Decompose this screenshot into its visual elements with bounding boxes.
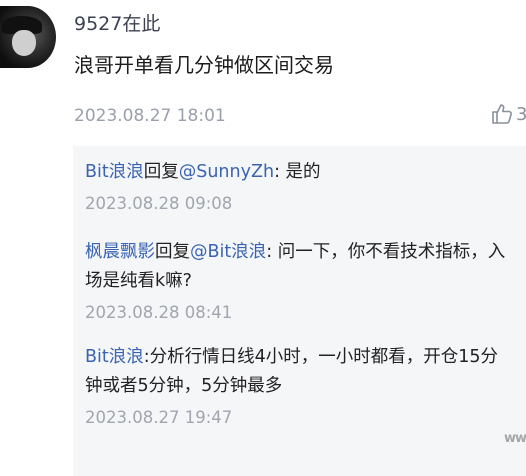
reply-timestamp: 2023.08.28 09:08 <box>85 194 233 213</box>
reply-content: :分析行情日线4小时，一小时都看，开仓15分钟或者5分钟，5分钟最多 <box>85 347 499 396</box>
reply-text: Bit浪浪:分析行情日线4小时，一小时都看，开仓15分钟或者5分钟，5分钟最多 <box>85 343 515 401</box>
reply-word: 回复 <box>143 162 179 182</box>
post-timestamp: 2023.08.27 18:01 <box>74 106 226 126</box>
post-text: 浪哥开单看几分钟做区间交易 <box>74 53 334 77</box>
reply-target-link[interactable]: @SunnyZh <box>179 162 274 182</box>
avatar[interactable] <box>0 6 56 68</box>
reply-content: : 是的 <box>274 162 321 182</box>
avatar-face <box>12 30 36 56</box>
reply-author-link[interactable]: 枫晨飘影 <box>85 242 155 262</box>
thumbs-up-icon <box>492 104 512 124</box>
reply-item: Bit浪浪回复@SunnyZh: 是的 2023.08.28 09:08 <box>85 158 515 213</box>
reply-target-link[interactable]: @Bit浪浪 <box>190 242 266 262</box>
like-count: 3 <box>516 103 526 125</box>
reply-text: 枫晨飘影回复@Bit浪浪: 问一下，你不看技术指标，入场是纯看k嘛? <box>85 238 515 296</box>
watermark: ww <box>503 431 526 446</box>
reply-timestamp: 2023.08.27 19:47 <box>85 408 233 427</box>
reply-word: 回复 <box>155 242 190 262</box>
reply-item: 枫晨飘影回复@Bit浪浪: 问一下，你不看技术指标，入场是纯看k嘛? 2023.… <box>85 238 515 322</box>
reply-timestamp: 2023.08.28 08:41 <box>85 303 233 322</box>
reply-author-link[interactable]: Bit浪浪 <box>85 347 144 367</box>
reply-item: Bit浪浪:分析行情日线4小时，一小时都看，开仓15分钟或者5分钟，5分钟最多 … <box>85 343 515 427</box>
reply-list: Bit浪浪回复@SunnyZh: 是的 2023.08.28 09:08 枫晨飘… <box>73 146 526 476</box>
reply-text: Bit浪浪回复@SunnyZh: 是的 <box>85 158 515 187</box>
post-username[interactable]: 9527在此 <box>74 9 160 36</box>
like-button[interactable]: 3 <box>490 102 526 126</box>
reply-author-link[interactable]: Bit浪浪 <box>85 162 144 182</box>
